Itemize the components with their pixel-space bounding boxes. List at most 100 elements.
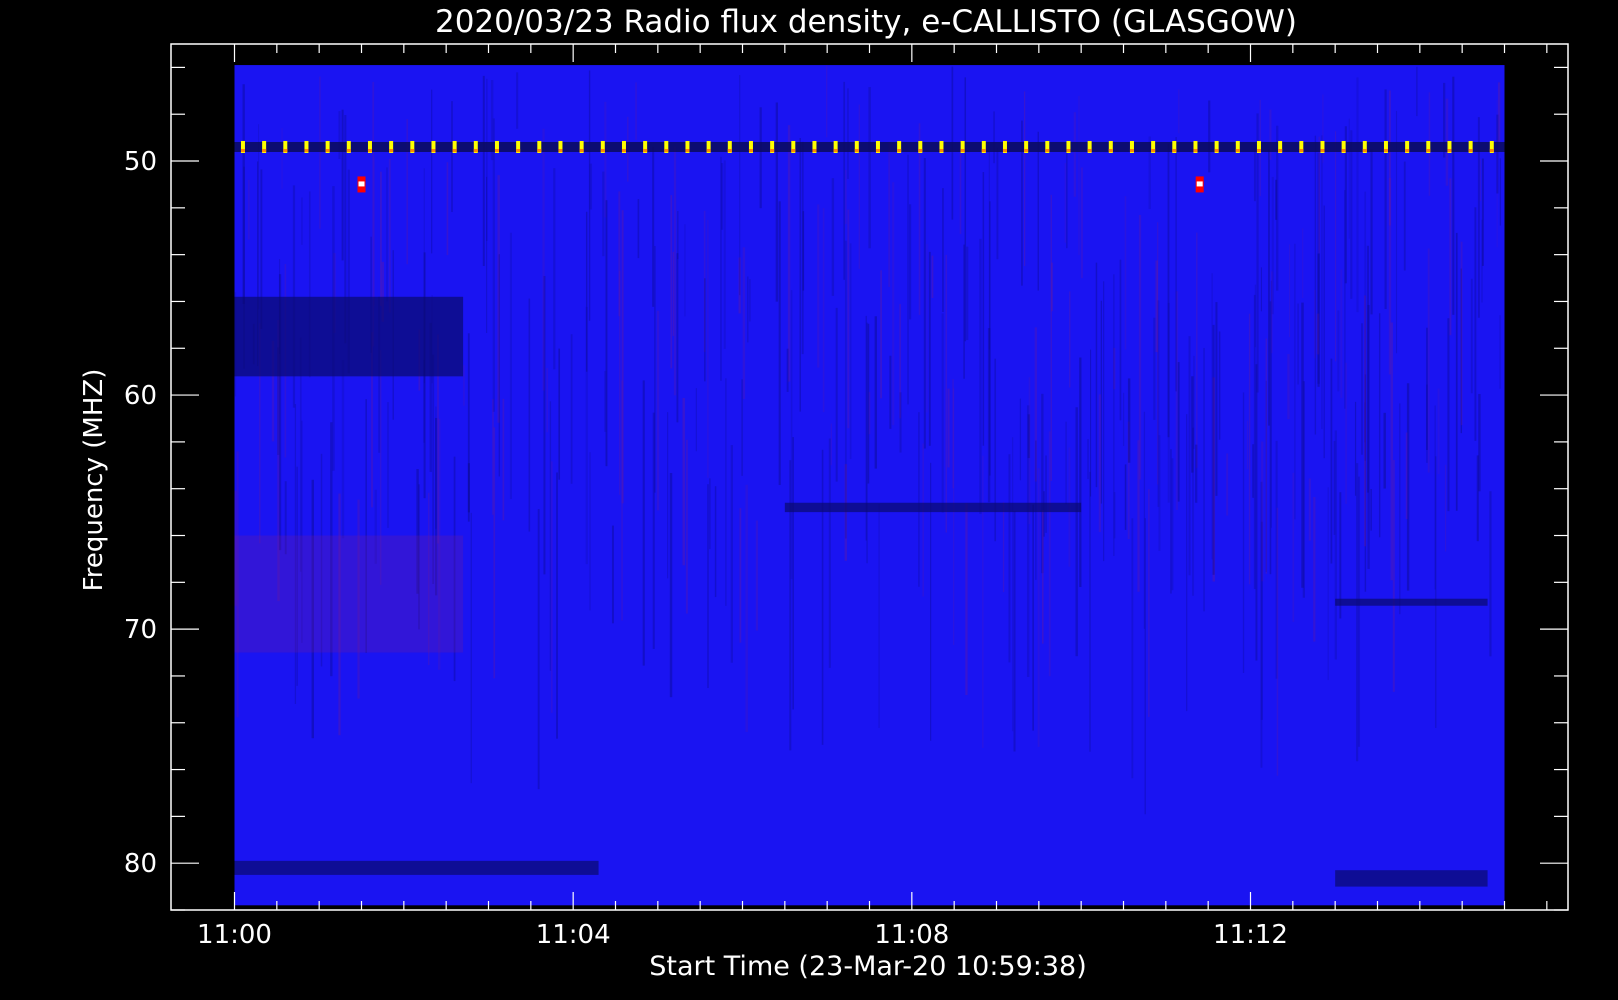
- interference-pulse-edge: [304, 148, 309, 152]
- noise-streak: [602, 171, 605, 257]
- noise-streak: [1340, 269, 1343, 399]
- noise-streak: [747, 276, 749, 343]
- noise-streak: [822, 208, 825, 413]
- hot-spot-core: [358, 181, 365, 187]
- interference-pulse-edge: [410, 148, 415, 152]
- noise-streak: [1470, 278, 1473, 394]
- noise-streak: [849, 243, 852, 460]
- noise-streak: [1144, 518, 1146, 815]
- noise-streak: [1148, 489, 1150, 717]
- noise-streak: [953, 388, 955, 645]
- noise-streak: [482, 75, 485, 267]
- interference-strip: [234, 141, 1505, 152]
- noise-streak: [745, 484, 748, 732]
- noise-streak: [867, 323, 870, 484]
- noise-streak: [759, 107, 762, 209]
- noise-streak: [1268, 149, 1270, 426]
- noise-streak: [1019, 398, 1022, 481]
- noise-streak: [1348, 118, 1350, 239]
- interference-pulse-edge: [1129, 148, 1134, 152]
- noise-streak: [1131, 518, 1134, 779]
- noise-streak: [1449, 178, 1452, 336]
- noise-streak: [982, 172, 985, 446]
- noise-streak: [1098, 394, 1101, 532]
- noise-streak: [1255, 364, 1258, 661]
- noise-streak: [558, 348, 561, 480]
- noise-streak: [1333, 440, 1336, 535]
- interference-pulse-edge: [960, 148, 965, 152]
- noise-streak: [847, 88, 849, 179]
- interference-pulse-edge: [643, 148, 648, 152]
- dark-band: [1335, 870, 1488, 887]
- noise-streak: [446, 162, 449, 256]
- noise-streak: [379, 171, 382, 306]
- noise-streak: [1023, 91, 1026, 266]
- noise-streak: [654, 245, 656, 493]
- noise-streak: [821, 449, 824, 745]
- noise-streak: [1345, 362, 1347, 504]
- interference-pulse-edge: [748, 148, 753, 152]
- noise-streak: [1499, 158, 1501, 226]
- noise-streak: [341, 360, 345, 539]
- noise-streak: [493, 427, 496, 679]
- noise-streak: [1246, 420, 1249, 470]
- noise-streak: [1455, 232, 1458, 511]
- noise-streak: [1122, 392, 1125, 447]
- noise-streak: [1460, 241, 1463, 426]
- noise-streak: [281, 127, 283, 189]
- noise-streak: [1186, 414, 1188, 712]
- noise-streak: [1416, 66, 1418, 117]
- interference-pulse-edge: [1489, 148, 1494, 152]
- noise-streak: [828, 438, 831, 668]
- interference-pulse-edge: [1235, 148, 1240, 152]
- noise-streak: [1079, 357, 1082, 588]
- noise-streak: [941, 313, 944, 513]
- noise-streak: [787, 125, 791, 382]
- noise-streak: [714, 486, 717, 598]
- noise-streak: [1011, 437, 1014, 732]
- noise-streak: [835, 307, 838, 482]
- noise-streak: [1384, 89, 1387, 310]
- noise-streak: [516, 72, 519, 129]
- noise-streak: [959, 139, 962, 234]
- noise-streak: [1265, 380, 1268, 572]
- interference-pulse-edge: [325, 148, 330, 152]
- noise-streak: [1215, 302, 1218, 496]
- noise-streak: [667, 412, 669, 579]
- noise-streak: [1028, 377, 1031, 525]
- interference-pulse-edge: [1066, 148, 1071, 152]
- noise-streak: [1297, 303, 1299, 385]
- noise-streak: [585, 211, 588, 372]
- interference-pulse-edge: [1151, 148, 1156, 152]
- noise-streak: [373, 156, 375, 306]
- interference-pulse-edge: [1045, 148, 1050, 152]
- noise-streak: [994, 358, 997, 542]
- noise-streak: [670, 195, 673, 369]
- noise-streak: [1447, 318, 1450, 512]
- y-tick-label: 50: [124, 147, 157, 177]
- noise-streak: [880, 270, 882, 399]
- noise-streak: [966, 246, 969, 341]
- noise-streak: [1066, 143, 1068, 249]
- noise-streak: [749, 279, 751, 322]
- noise-streak: [1403, 161, 1406, 271]
- noise-streak: [720, 156, 722, 381]
- noise-streak: [652, 146, 655, 307]
- noise-streak: [909, 204, 912, 320]
- spectrogram-chart: 2020/03/23 Radio flux density, e-CALLIST…: [0, 0, 1618, 1000]
- noise-streak: [742, 247, 746, 400]
- noise-streak: [1013, 511, 1016, 752]
- noise-streak: [755, 520, 759, 631]
- noise-streak: [1444, 464, 1447, 552]
- noise-streak: [1314, 290, 1316, 359]
- noise-streak: [1078, 95, 1080, 256]
- noise-streak: [431, 89, 433, 254]
- noise-streak: [1248, 313, 1251, 585]
- x-tick-label: 11:00: [197, 920, 272, 950]
- interference-pulse-edge: [262, 148, 267, 152]
- noise-streak: [1276, 507, 1279, 776]
- noise-streak: [1124, 464, 1127, 530]
- noise-streak: [1301, 228, 1304, 298]
- noise-streak: [492, 118, 495, 412]
- noise-streak: [899, 392, 902, 453]
